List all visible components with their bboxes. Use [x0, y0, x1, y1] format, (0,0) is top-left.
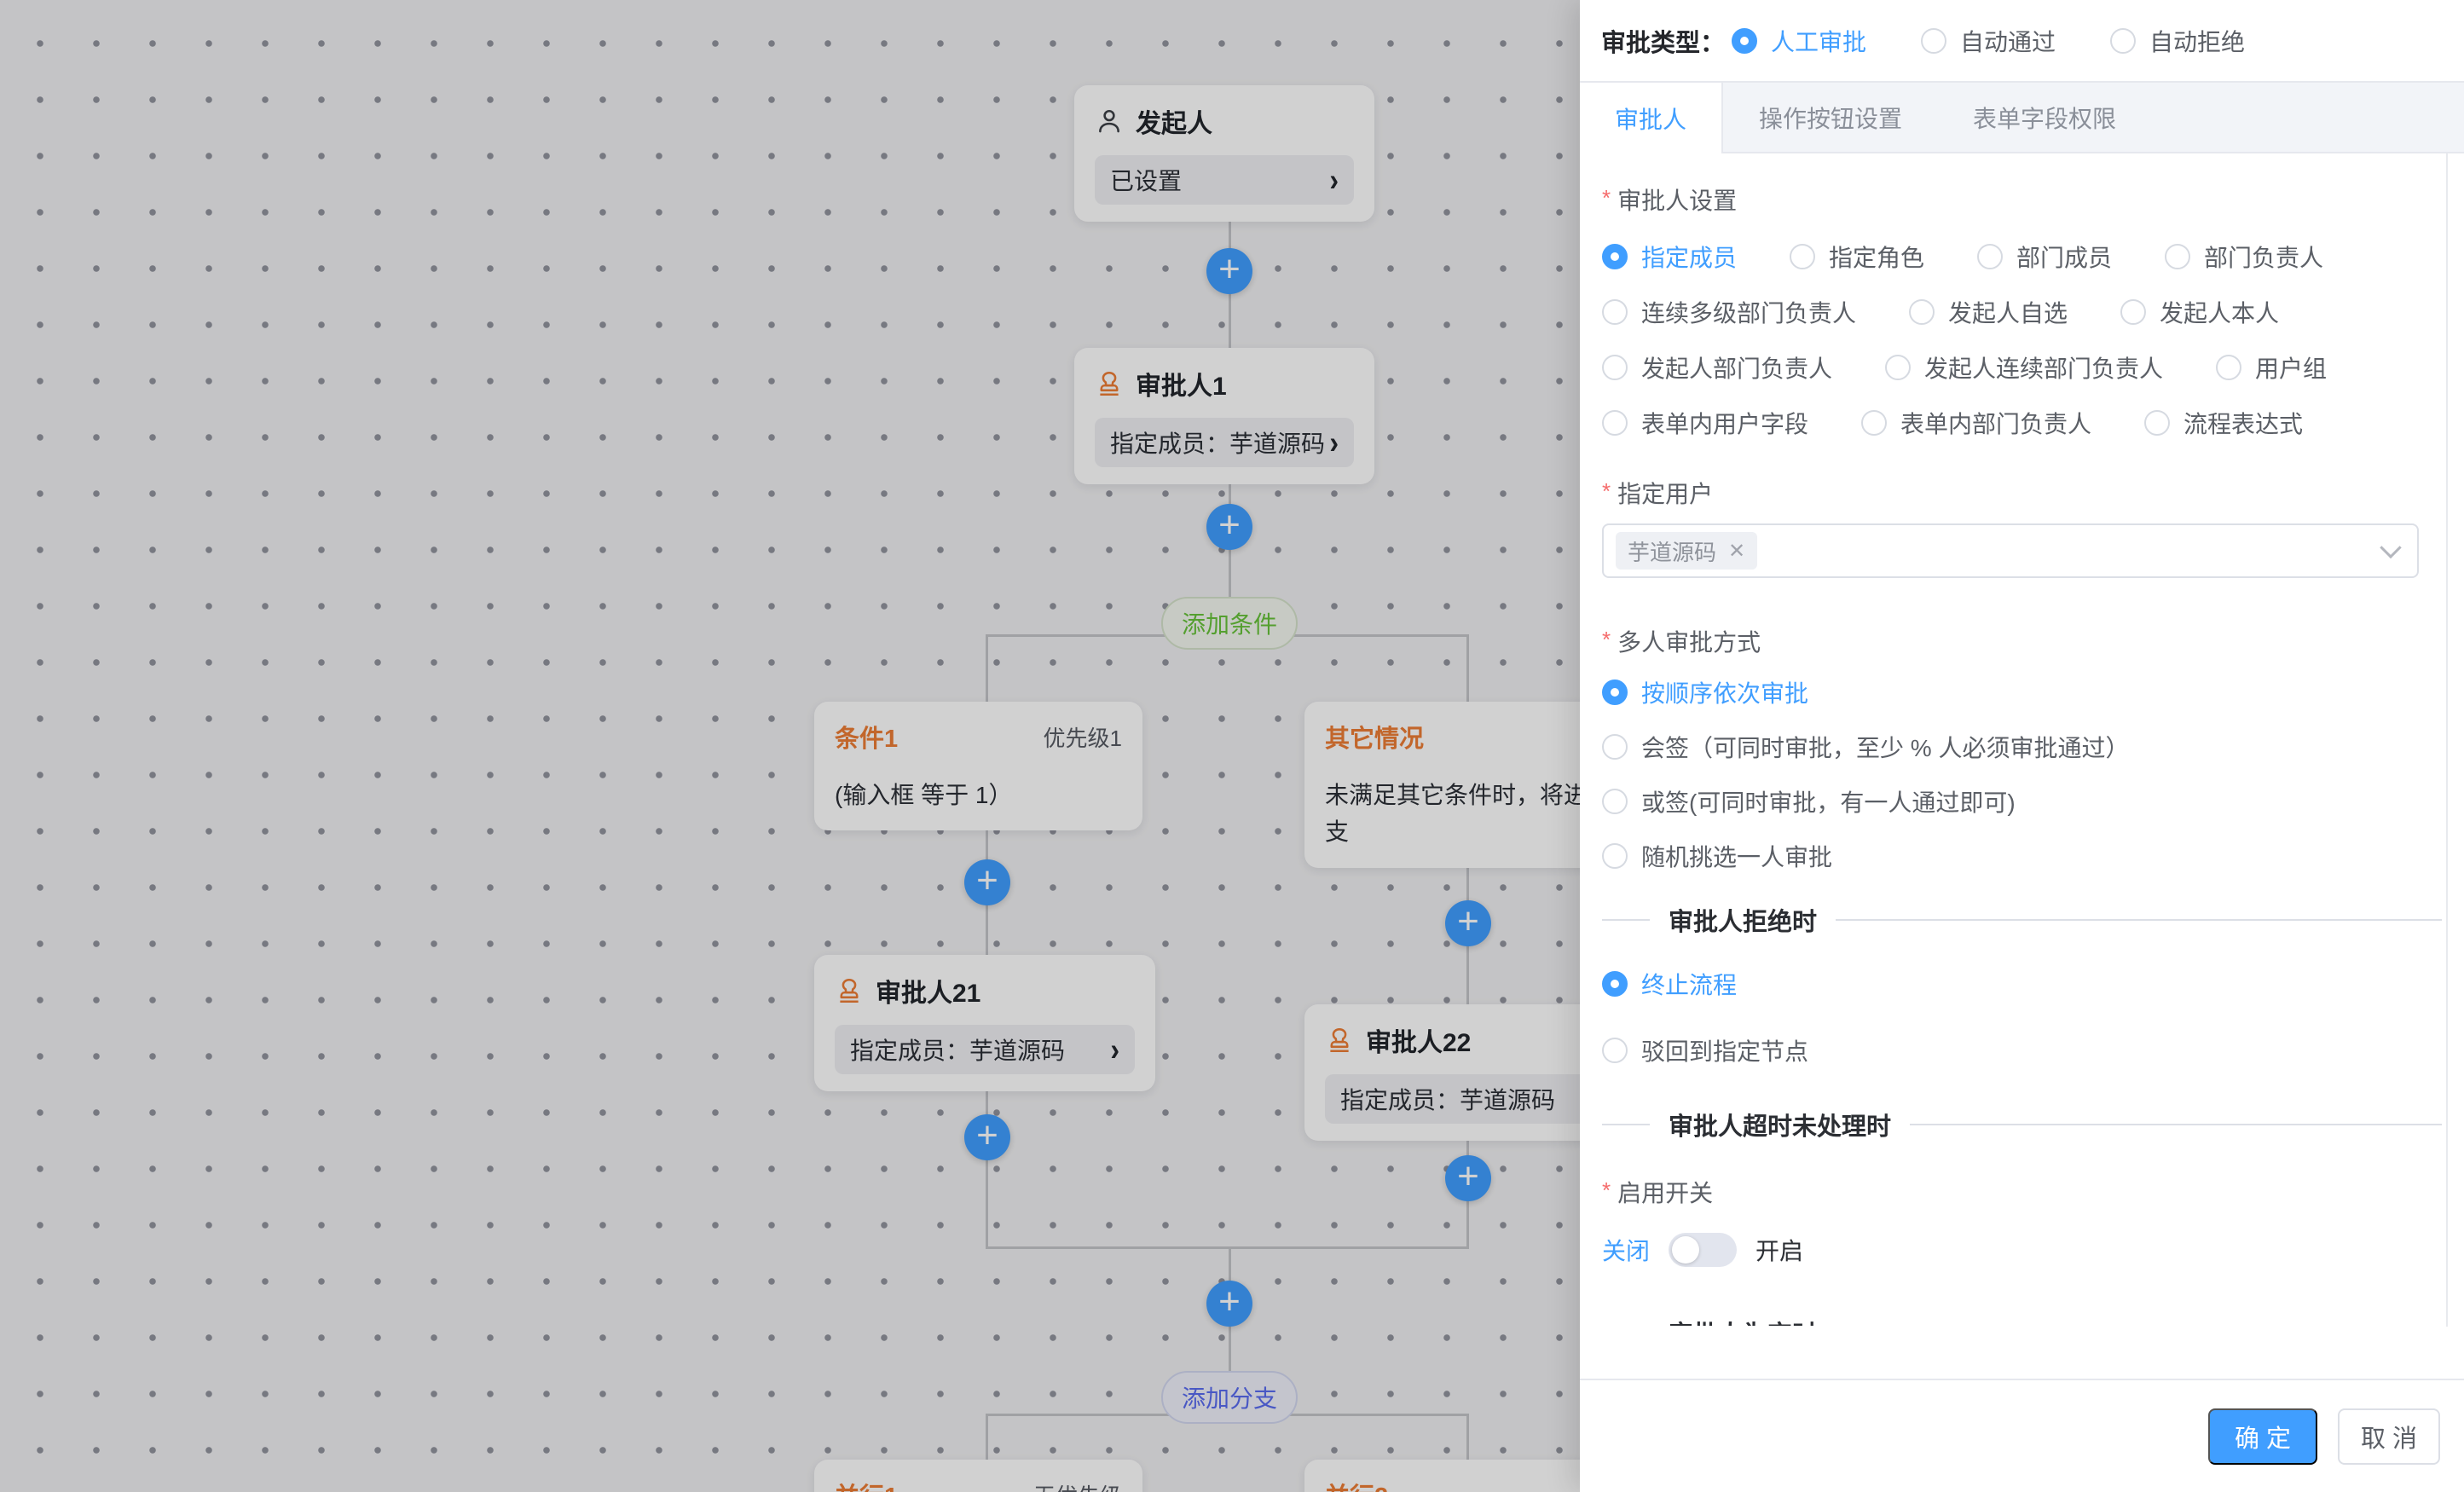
- switch-knob: [1672, 1236, 1699, 1264]
- timeout-section-divider: 审批人超时未处理时: [1602, 1107, 2442, 1142]
- reject-section-divider: 审批人拒绝时: [1602, 902, 2442, 938]
- flow-canvas: 发起人 已设置 › + 审批人1 指定成员：芋道源码: [0, 0, 1580, 1492]
- confirm-button[interactable]: 确 定: [2208, 1408, 2317, 1465]
- assign-user-label: * 指定用户: [1602, 476, 2442, 510]
- radio-icon: [1790, 244, 1815, 269]
- workflow-designer-screen: 发起人 已设置 › + 审批人1 指定成员：芋道源码: [0, 0, 2464, 1492]
- tab-button-settings[interactable]: 操作按钮设置: [1723, 83, 1938, 152]
- assign-user-select[interactable]: 芋道源码 ✕: [1602, 523, 2419, 578]
- radio-starter-dept-leader[interactable]: 发起人部门负责人: [1602, 350, 1832, 385]
- approval-type-row: 审批类型： 人工审批 自动通过 自动拒绝: [1580, 0, 2464, 81]
- radio-multi-level-dept-leader[interactable]: 连续多级部门负责人: [1602, 295, 1856, 329]
- approval-type-label: 审批类型：: [1601, 23, 1725, 59]
- radio-random-one[interactable]: 随机挑选一人审批: [1602, 829, 2442, 883]
- radio-user-group[interactable]: 用户组: [2216, 350, 2327, 385]
- approver-form: * 审批人设置 指定成员 指定角色 部门成员 部门负责人: [1580, 153, 2464, 1379]
- radio-icon: [1602, 734, 1628, 760]
- radio-return-to-node[interactable]: 驳回到指定节点: [1602, 1023, 2442, 1078]
- panel-edge-line: [2446, 153, 2448, 1327]
- radio-terminate-flow[interactable]: 终止流程: [1602, 957, 2442, 1011]
- radio-orsign[interactable]: 或签(可同时审批，有一人通过即可): [1602, 774, 2442, 829]
- switch-off-label: 关闭: [1602, 1233, 1650, 1267]
- user-tag: 芋道源码 ✕: [1616, 532, 1757, 570]
- timeout-switch-row: 关闭 开启: [1602, 1233, 2442, 1267]
- radio-icon: [1602, 1038, 1628, 1063]
- radio-icon: [1885, 355, 1911, 380]
- radio-icon: [1602, 244, 1628, 269]
- multi-mode-label: * 多人审批方式: [1602, 624, 2442, 658]
- radio-icon: [1602, 679, 1628, 705]
- radio-icon: [2144, 410, 2170, 436]
- timeout-enable-switch[interactable]: [1669, 1233, 1737, 1267]
- radio-flow-expression[interactable]: 流程表达式: [2144, 406, 2303, 440]
- required-asterisk: *: [1602, 624, 1611, 655]
- tab-form-field-permission[interactable]: 表单字段权限: [1938, 83, 2151, 152]
- radio-icon: [1909, 299, 1935, 325]
- tag-close-icon[interactable]: ✕: [1728, 539, 1745, 564]
- radio-assign-role[interactable]: 指定角色: [1790, 240, 1924, 274]
- radio-icon: [1602, 971, 1628, 997]
- radio-form-user-field[interactable]: 表单内用户字段: [1602, 406, 1808, 440]
- radio-icon: [2216, 355, 2241, 380]
- radio-countersign[interactable]: 会签（可同时审批，至少 % 人必须审批通过）: [1602, 720, 2442, 774]
- radio-icon: [2120, 299, 2146, 325]
- chevron-down-icon: [2380, 537, 2401, 558]
- radio-starter-multi-dept-leader[interactable]: 发起人连续部门负责人: [1885, 350, 2163, 385]
- cancel-button[interactable]: 取 消: [2338, 1408, 2440, 1465]
- modal-overlay[interactable]: [0, 0, 1580, 1492]
- switch-on-label: 开启: [1755, 1233, 1803, 1267]
- radio-icon: [1977, 244, 2003, 269]
- radio-auto-reject[interactable]: 自动拒绝: [2110, 24, 2245, 58]
- enable-switch-label: * 启用开关: [1602, 1175, 2442, 1209]
- settings-tabs: 审批人 操作按钮设置 表单字段权限: [1580, 81, 2464, 153]
- radio-dept-leader[interactable]: 部门负责人: [2165, 240, 2323, 274]
- radio-icon: [1861, 410, 1887, 436]
- required-asterisk: *: [1602, 1175, 1611, 1206]
- radio-icon: [1602, 843, 1628, 869]
- radio-manual-approve[interactable]: 人工审批: [1732, 24, 1866, 58]
- radio-icon: [1732, 28, 1757, 54]
- radio-assign-member[interactable]: 指定成员: [1602, 240, 1737, 274]
- empty-section-divider: 审批人为空时: [1602, 1315, 2442, 1326]
- radio-icon: [2165, 244, 2190, 269]
- required-asterisk: *: [1602, 476, 1611, 506]
- approver-settings-drawer: 审批类型： 人工审批 自动通过 自动拒绝 审批人 操作按钮设置 表单字段权限: [1580, 0, 2464, 1492]
- radio-icon: [1921, 28, 1946, 54]
- radio-icon: [1602, 299, 1628, 325]
- radio-sequential-approve[interactable]: 按顺序依次审批: [1602, 665, 2442, 720]
- clipped-section: 审批人为空时: [1602, 1315, 2442, 1326]
- radio-starter-self[interactable]: 发起人本人: [2120, 295, 2279, 329]
- radio-icon: [1602, 355, 1628, 380]
- radio-icon: [2110, 28, 2136, 54]
- radio-icon: [1602, 410, 1628, 436]
- radio-form-dept-leader[interactable]: 表单内部门负责人: [1861, 406, 2091, 440]
- approver-setting-label: * 审批人设置: [1602, 182, 2442, 217]
- radio-dept-member[interactable]: 部门成员: [1977, 240, 2112, 274]
- radio-starter-select[interactable]: 发起人自选: [1909, 295, 2068, 329]
- tab-approver[interactable]: 审批人: [1580, 83, 1723, 153]
- radio-auto-approve[interactable]: 自动通过: [1921, 24, 2056, 58]
- drawer-footer: 确 定 取 消: [1580, 1379, 2464, 1492]
- radio-icon: [1602, 789, 1628, 814]
- required-asterisk: *: [1602, 182, 1611, 213]
